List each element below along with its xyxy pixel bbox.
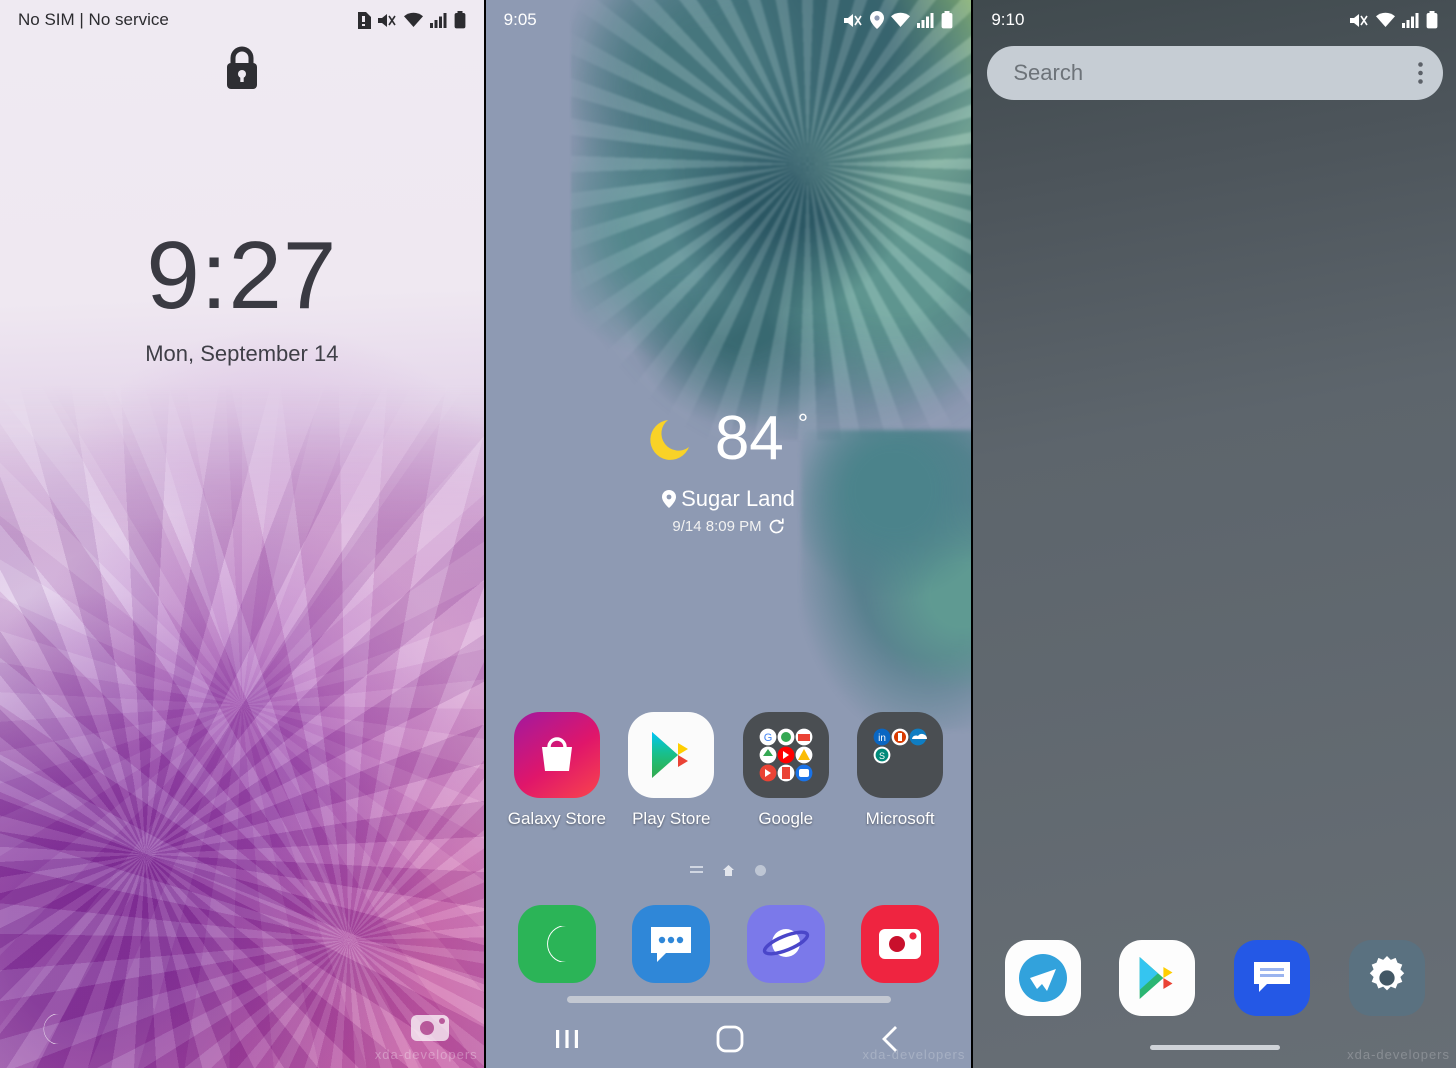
- lock-screen-wallpaper: [0, 0, 484, 1068]
- home-screen-panel: 9:05 84 ° Sugar Land 9/14 8:09 PM Galaxy…: [485, 0, 972, 1068]
- dock-app-phone[interactable]: [500, 905, 614, 983]
- home-icon[interactable]: [714, 1023, 746, 1055]
- play-store-icon: [628, 712, 715, 798]
- status-icons: [844, 11, 953, 29]
- battery-icon: [1426, 11, 1438, 29]
- weather-widget[interactable]: 84 ° Sugar Land 9/14 8:09 PM: [486, 408, 972, 535]
- recents-search-bar[interactable]: Search: [987, 46, 1444, 100]
- mute-icon: [844, 13, 863, 27]
- app-label: Microsoft: [865, 809, 935, 828]
- watermark: xda-developers: [862, 1047, 966, 1062]
- dock-handle[interactable]: [566, 996, 891, 1003]
- recents-background: [973, 0, 1456, 1068]
- home-clock-label: 9:05: [503, 10, 537, 29]
- lock-shortcuts: [0, 1010, 484, 1048]
- wallpaper-flower-top: [571, 0, 972, 440]
- camera-icon[interactable]: [410, 1010, 450, 1044]
- status-icons: [1350, 11, 1438, 29]
- app-label: Google: [758, 809, 814, 828]
- wifi-icon: [891, 12, 911, 27]
- play-store-icon: [1119, 940, 1196, 1016]
- location-pin-icon: [662, 490, 677, 508]
- battery-icon: [454, 11, 466, 29]
- home-app-row: Galaxy Store Play Store G Google in S Mi…: [486, 712, 972, 829]
- recents-screen-panel: 9:10 Search ce d Navigatio...: [973, 0, 1456, 1068]
- app-galaxy-store[interactable]: Galaxy Store: [500, 712, 614, 829]
- lock-time: 9:27: [146, 222, 338, 329]
- google-folder-icon: G: [742, 712, 829, 798]
- mute-icon: [377, 13, 396, 27]
- recents-icon[interactable]: [552, 1024, 582, 1054]
- page-dot[interactable]: [754, 864, 767, 877]
- home-page-icon[interactable]: [722, 864, 735, 877]
- battery-icon: [941, 11, 953, 29]
- signal-icon: [1402, 13, 1419, 28]
- signal-icon: [429, 13, 447, 28]
- dock-app-play-store[interactable]: [1100, 940, 1215, 1016]
- lock-screen-panel: No SIM | No service 9:27 Mon, September …: [0, 0, 484, 1068]
- lock-icon: [226, 46, 257, 89]
- microsoft-folder-icon: in S: [857, 712, 944, 798]
- dock-app-messages[interactable]: [1215, 940, 1330, 1016]
- carrier-label: No SIM | No service: [18, 10, 169, 29]
- app-microsoft-folder[interactable]: in S Microsoft: [843, 712, 957, 829]
- status-icons: [356, 11, 466, 29]
- internet-icon: [746, 905, 825, 983]
- moon-icon: [650, 420, 689, 460]
- recents-status-bar: 9:10: [973, 0, 1456, 40]
- app-google-folder[interactable]: G Google: [729, 712, 843, 829]
- dock-app-camera[interactable]: [843, 905, 957, 983]
- lock-status-bar: No SIM | No service: [0, 0, 484, 40]
- signal-icon: [917, 13, 934, 28]
- app-label: Play Store: [632, 809, 711, 828]
- dock-app-internet[interactable]: [729, 905, 843, 983]
- home-bar[interactable]: [1149, 1045, 1280, 1050]
- app-play-store[interactable]: Play Store: [614, 712, 728, 829]
- home-dock: [486, 905, 972, 983]
- svg-text:S: S: [879, 751, 885, 761]
- phone-icon[interactable]: [34, 1010, 68, 1048]
- recents-clock-label: 9:10: [991, 10, 1025, 29]
- dock-app-messages[interactable]: [614, 905, 728, 983]
- telegram-icon: [1004, 940, 1081, 1016]
- recents-dock: [973, 940, 1456, 1016]
- lock-glyph-wrapper: [0, 44, 484, 92]
- sim-alert-icon: [357, 11, 371, 29]
- camera-icon: [861, 905, 940, 983]
- messages-icon: [632, 905, 711, 983]
- watermark: xda-developers: [374, 1047, 478, 1062]
- watermark: xda-developers: [1347, 1047, 1451, 1062]
- dock-app-settings[interactable]: [1329, 940, 1444, 1016]
- lock-date: Mon, September 14: [145, 341, 339, 366]
- mute-icon: [1350, 13, 1368, 27]
- svg-text:in: in: [878, 733, 886, 744]
- settings-gear-icon: [1348, 940, 1425, 1016]
- degree-symbol: °: [797, 407, 809, 438]
- page-indicators: [486, 864, 972, 877]
- three-phone-screenshot-composite: No SIM | No service 9:27 Mon, September …: [0, 0, 1456, 1068]
- dock-app-telegram[interactable]: [985, 940, 1100, 1016]
- app-label: Galaxy Store: [507, 809, 607, 828]
- galaxy-store-icon: [513, 712, 600, 798]
- more-vertical-icon[interactable]: [1418, 62, 1424, 84]
- svg-text:G: G: [763, 732, 772, 744]
- location-icon: [870, 11, 885, 29]
- wifi-icon: [1376, 12, 1396, 27]
- weather-updated-time: 9/14 8:09 PM: [672, 518, 762, 535]
- wifi-icon: [403, 12, 423, 27]
- weather-updated-row: 9/14 8:09 PM: [486, 518, 972, 535]
- phone-icon: [517, 905, 596, 983]
- home-status-bar: 9:05: [486, 0, 972, 40]
- weather-main-row: 84 °: [486, 408, 972, 470]
- refresh-icon[interactable]: [768, 518, 785, 535]
- weather-temperature: 84: [714, 404, 784, 473]
- messages-icon: [1234, 940, 1311, 1016]
- lock-clock[interactable]: 9:27 Mon, September 14: [0, 228, 484, 367]
- apps-page-icon[interactable]: [690, 864, 703, 877]
- weather-location-row: Sugar Land: [486, 486, 972, 512]
- weather-location: Sugar Land: [681, 486, 795, 511]
- search-placeholder: Search: [1013, 60, 1084, 85]
